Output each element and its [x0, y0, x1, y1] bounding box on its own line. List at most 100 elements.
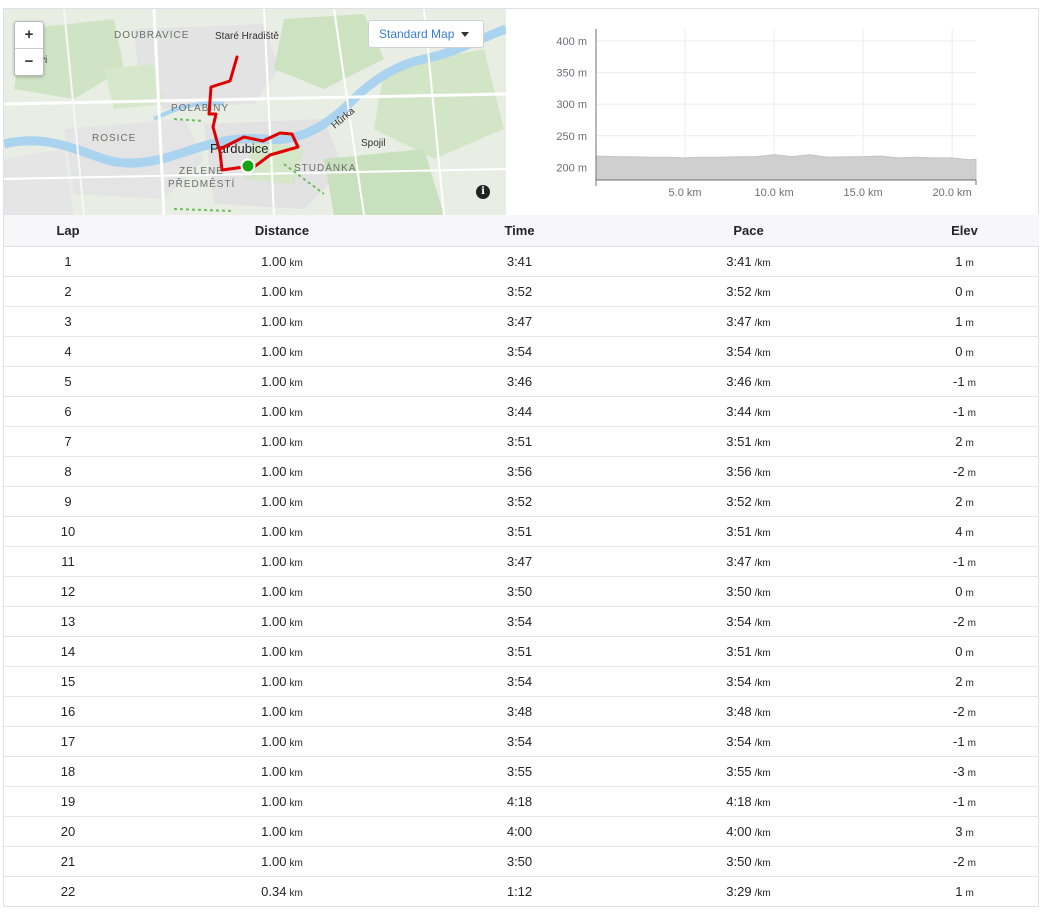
elev-cell: -1 m [890, 546, 1039, 577]
table-row: 15 1.00 km 3:54 3:54/km 2 m [4, 666, 1039, 697]
pace-cell: 3:54/km [607, 336, 890, 367]
table-row: 21 1.00 km 3:50 3:50/km -2 m [4, 846, 1039, 877]
zoom-out-button[interactable]: − [15, 48, 43, 75]
elevation-chart-svg: 400 m 350 m 300 m 250 m 200 m 5.0 km 10.0 km 15… [556, 29, 977, 199]
y-tick-label: 300 m [556, 99, 587, 111]
lap-cell: 19 [4, 786, 132, 817]
distance-cell-value: 1.00 [261, 344, 287, 359]
table-row: 2 1.00 km 3:52 3:52/km 0 m [4, 276, 1039, 307]
time-cell: 3:54 [432, 336, 607, 367]
pace-cell: 3:41/km [607, 246, 890, 277]
pace-cell-unit: /km [754, 438, 771, 449]
distance-cell-unit: km [289, 558, 303, 569]
table-row: 17 1.00 km 3:54 3:54/km -1 m [4, 726, 1039, 757]
elev-cell-unit: m [967, 408, 976, 419]
distance-cell-value: 1.00 [261, 704, 287, 719]
time-cell: 3:55 [432, 756, 607, 787]
time-cell: 3:50 [432, 846, 607, 877]
distance-cell-unit: km [289, 528, 303, 539]
pace-cell-unit: /km [754, 498, 771, 509]
distance-cell-unit: km [289, 438, 303, 449]
lap-cell: 3 [4, 306, 132, 337]
elev-cell-unit: m [965, 678, 974, 689]
elev-cell-unit: m [967, 558, 976, 569]
lap-cell-value: 8 [64, 464, 72, 479]
elev-cell-unit: m [965, 828, 974, 839]
time-cell-value: 3:54 [506, 734, 533, 749]
distance-cell: 1.00 km [132, 306, 432, 337]
elev-cell-value: -2 [953, 464, 965, 479]
pace-cell-value: 3:52 [726, 494, 752, 509]
distance-cell-value: 1.00 [261, 284, 287, 299]
distance-cell: 1.00 km [132, 576, 432, 607]
distance-cell-unit: km [289, 408, 303, 419]
distance-cell: 1.00 km [132, 726, 432, 757]
elev-cell-value: 2 [955, 434, 963, 449]
distance-cell-unit: km [289, 768, 303, 779]
elev-cell: -2 m [890, 606, 1039, 637]
zoom-control: + − [14, 21, 44, 76]
time-cell-value: 1:12 [506, 884, 533, 899]
distance-cell-unit: km [289, 348, 303, 359]
time-cell-value: 3:54 [506, 344, 533, 359]
table-row: 20 1.00 km 4:00 4:00/km 3 m [4, 816, 1039, 847]
distance-cell-unit: km [289, 828, 303, 839]
pace-cell-unit: /km [754, 318, 771, 329]
y-tick-label: 400 m [556, 36, 587, 48]
time-cell-value: 3:51 [506, 434, 533, 449]
distance-cell-value: 1.00 [261, 584, 287, 599]
elev-cell-value: 1 [955, 884, 963, 899]
table-row: 10 1.00 km 3:51 3:51/km 4 m [4, 516, 1039, 547]
elev-cell-unit: m [967, 798, 976, 809]
elev-cell-value: -3 [953, 764, 965, 779]
route-line [207, 55, 300, 172]
distance-cell: 1.00 km [132, 756, 432, 787]
distance-cell: 1.00 km [132, 846, 432, 877]
distance-cell-value: 1.00 [261, 824, 287, 839]
table-row: 18 1.00 km 3:55 3:55/km -3 m [4, 756, 1039, 787]
distance-cell-unit: km [289, 318, 303, 329]
distance-cell-unit: km [289, 588, 303, 599]
laps-table: Lap Distance Time Pace Elev 1 1.00 km 3:41 3… [4, 215, 1039, 906]
distance-cell-unit: km [289, 498, 303, 509]
time-cell: 3:50 [432, 576, 607, 607]
header-elev: Elev [890, 215, 1039, 247]
elev-cell-value: 2 [955, 674, 963, 689]
time-cell-value: 4:00 [506, 824, 533, 839]
zoom-in-button[interactable]: + [15, 22, 43, 48]
lap-cell-value: 21 [60, 854, 76, 869]
pace-cell: 3:50/km [607, 576, 890, 607]
chevron-down-icon [461, 32, 469, 37]
distance-cell-unit: km [289, 858, 303, 869]
elev-cell-value: 0 [955, 644, 963, 659]
pace-cell-unit: /km [754, 888, 771, 899]
pace-cell-value: 3:52 [726, 284, 752, 299]
elev-cell-value: 4 [955, 524, 963, 539]
time-cell: 3:44 [432, 396, 607, 427]
pace-cell-value: 3:54 [726, 614, 752, 629]
pace-cell: 4:18/km [607, 786, 890, 817]
pace-cell-unit: /km [754, 258, 771, 269]
route-map[interactable]: DOUBRAVICE Staré Hradiště vi POLABINY RO… [4, 9, 506, 215]
elev-cell-unit: m [967, 858, 976, 869]
time-cell-value: 3:52 [506, 494, 533, 509]
time-cell-value: 3:52 [506, 284, 533, 299]
time-cell: 3:51 [432, 636, 607, 667]
table-row: 19 1.00 km 4:18 4:18/km -1 m [4, 786, 1039, 817]
table-row: 8 1.00 km 3:56 3:56/km -2 m [4, 456, 1039, 487]
pace-cell-value: 3:55 [726, 764, 752, 779]
lap-cell: 11 [4, 546, 132, 577]
elev-cell: -1 m [890, 786, 1039, 817]
table-row: 12 1.00 km 3:50 3:50/km 0 m [4, 576, 1039, 607]
elev-cell: -2 m [890, 696, 1039, 727]
distance-cell-value: 1.00 [261, 794, 287, 809]
pace-cell-value: 3:41 [726, 254, 752, 269]
map-type-dropdown[interactable]: Standard Map [368, 20, 484, 48]
elev-cell-unit: m [965, 318, 974, 329]
info-icon[interactable]: i [476, 185, 490, 199]
pace-cell: 3:56/km [607, 456, 890, 487]
lap-cell-value: 11 [61, 554, 75, 569]
distance-cell-unit: km [289, 618, 303, 629]
distance-cell-value: 1.00 [261, 494, 287, 509]
lap-cell-value: 14 [60, 644, 76, 659]
